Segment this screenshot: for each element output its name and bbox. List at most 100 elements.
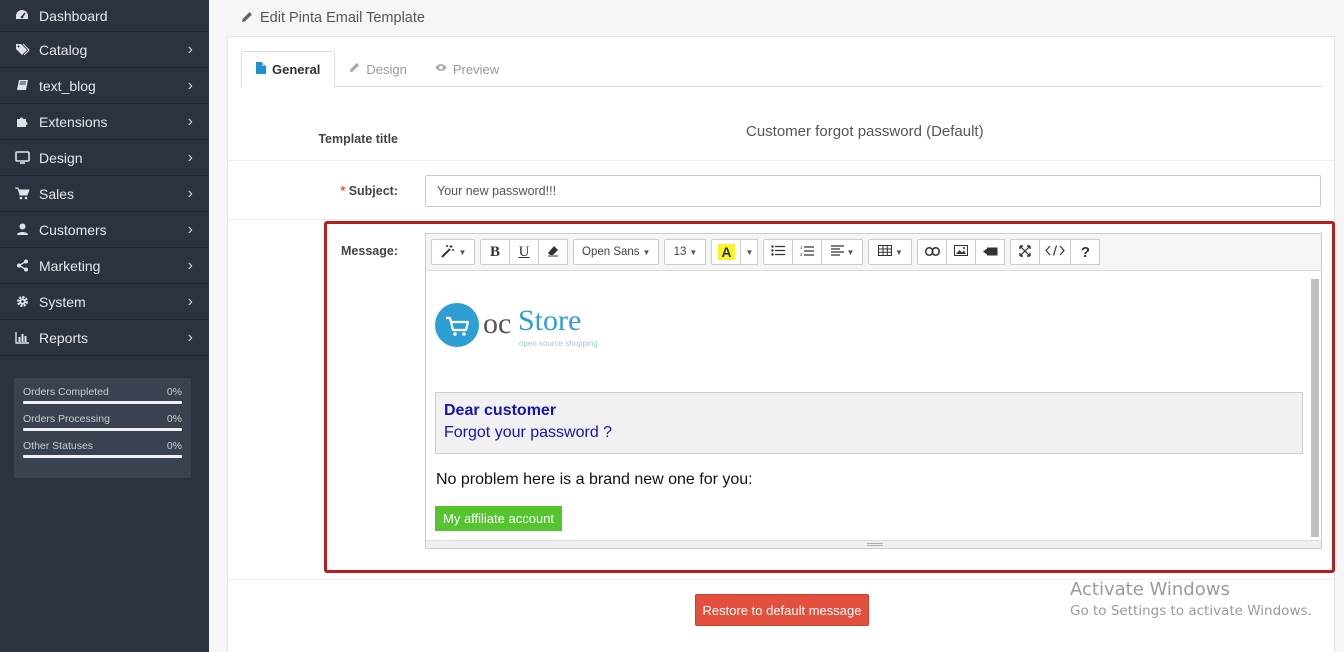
sidebar-item-label: Dashboard <box>39 7 108 24</box>
subject-input[interactable] <box>425 175 1321 207</box>
bar-chart-icon <box>14 331 30 345</box>
affiliate-account-button[interactable]: My affiliate account <box>435 506 563 531</box>
caret-down-icon: ▼ <box>689 247 698 257</box>
chevron-right-icon: › <box>187 148 193 166</box>
sidebar-item-customers[interactable]: Customers › <box>0 212 209 248</box>
insert-link-button[interactable] <box>917 239 948 265</box>
svg-text:1: 1 <box>800 245 803 250</box>
watermark-subtitle: Go to Settings to activate Windows. <box>1070 603 1312 619</box>
color-dropdown-button[interactable]: ▼ <box>740 239 759 265</box>
stat-label: Orders Completed <box>23 386 109 398</box>
eye-icon <box>435 63 447 75</box>
help-button[interactable]: ? <box>1070 239 1101 265</box>
chevron-right-icon: › <box>187 256 193 274</box>
logo-text-oc: oc <box>483 307 512 340</box>
sidebar-item-dashboard[interactable]: Dashboard <box>0 0 209 32</box>
greeting-title: Dear customer <box>444 402 557 419</box>
question-icon: ? <box>1080 243 1091 261</box>
font-size-select[interactable]: 13 ▼ <box>664 239 707 265</box>
underline-button[interactable]: U <box>509 239 539 265</box>
sidebar-item-reports[interactable]: Reports › <box>0 320 209 356</box>
caret-down-icon: ▼ <box>895 247 903 257</box>
editor-content-area[interactable]: oc Store open source shopping Dear custo… <box>426 271 1321 541</box>
sidebar-item-label: Sales <box>39 185 75 202</box>
cart-icon <box>14 187 30 201</box>
underline-icon: U <box>518 243 530 260</box>
tab-label: Design <box>366 61 407 77</box>
chevron-right-icon: › <box>187 184 193 202</box>
chevron-right-icon: › <box>187 76 193 94</box>
chevron-right-icon: › <box>187 40 193 58</box>
chevron-right-icon: › <box>187 292 193 310</box>
sidebar-item-label: text_blog <box>39 77 96 94</box>
highlight-color-button[interactable]: A <box>711 239 742 265</box>
tab-label: General <box>272 62 321 77</box>
sidebar-item-label: Marketing <box>39 257 101 274</box>
stat-label: Orders Processing <box>23 413 110 425</box>
style-magic-button[interactable]: ▼ <box>431 239 475 265</box>
grip-icon <box>867 543 883 546</box>
font-family-select[interactable]: Open Sans ▼ <box>573 239 660 265</box>
sidebar-item-text-blog[interactable]: text_blog › <box>0 68 209 104</box>
svg-text:2: 2 <box>800 252 803 257</box>
order-stats-panel: Orders Completed 0% Orders Processing 0% O… <box>14 378 191 478</box>
puzzle-icon <box>14 115 30 129</box>
subject-label-text: Subject: <box>348 184 398 198</box>
eraser-icon <box>547 245 559 260</box>
tab-preview[interactable]: Preview <box>421 51 513 87</box>
video-icon <box>982 245 998 259</box>
code-icon <box>1045 245 1066 259</box>
highlight-a-icon: A <box>718 244 735 260</box>
editor-toolbar: ▼ B U Open Sans ▼ 13 ▼ A ▼ 12 ▼ ▼ ? <box>426 234 1321 271</box>
sidebar-item-catalog[interactable]: Catalog › <box>0 32 209 68</box>
sidebar-item-design[interactable]: Design › <box>0 140 209 176</box>
cart-logo-icon <box>435 303 479 347</box>
tab-bar: General Design Preview <box>241 51 1323 88</box>
table-button[interactable]: ▼ <box>868 239 913 265</box>
bold-icon: B <box>489 243 500 260</box>
caret-down-icon: ▼ <box>846 247 855 257</box>
watermark-title: Activate Windows <box>1070 579 1230 600</box>
caret-down-icon: ▼ <box>745 247 754 257</box>
editor-resize-handle[interactable] <box>426 540 1321 548</box>
page-header: Edit Pinta Email Template <box>209 0 1344 36</box>
paragraph-align-button[interactable]: ▼ <box>821 239 864 265</box>
stat-other-statuses: Other Statuses 0% <box>23 440 182 458</box>
restore-default-button[interactable]: Restore to default message <box>695 594 869 626</box>
sidebar-item-marketing[interactable]: Marketing › <box>0 248 209 284</box>
stat-value: 0% <box>166 386 182 398</box>
stat-value: 0% <box>166 440 182 452</box>
insert-video-button[interactable] <box>975 239 1006 265</box>
ordered-list-button[interactable]: 12 <box>792 239 823 265</box>
required-marker: * <box>340 184 346 198</box>
sidebar: Dashboard Catalog › text_blog › Extensio… <box>0 0 209 652</box>
stat-orders-completed: Orders Completed 0% <box>23 386 182 404</box>
tab-general[interactable]: General <box>241 51 336 88</box>
pencil-icon <box>349 62 360 76</box>
file-icon <box>256 62 266 77</box>
bold-button[interactable]: B <box>480 239 510 265</box>
sidebar-item-label: Design <box>39 149 83 166</box>
logo-tagline: open source shopping <box>519 339 598 348</box>
unordered-list-button[interactable] <box>763 239 794 265</box>
sidebar-item-sales[interactable]: Sales › <box>0 176 209 212</box>
sidebar-item-extensions[interactable]: Extensions › <box>0 104 209 140</box>
sidebar-item-label: Extensions <box>39 113 108 130</box>
tab-design[interactable]: Design <box>335 51 420 87</box>
code-view-button[interactable] <box>1039 239 1072 265</box>
clear-format-button[interactable] <box>538 239 568 265</box>
stat-progress-bar <box>23 401 182 404</box>
insert-image-button[interactable] <box>946 239 977 265</box>
sidebar-item-label: Reports <box>39 329 89 346</box>
ocstore-logo: oc Store open source shopping <box>435 303 610 351</box>
stat-orders-processing: Orders Processing 0% <box>23 413 182 431</box>
sidebar-item-label: System <box>39 293 86 310</box>
editor-scrollbar[interactable] <box>1311 279 1319 537</box>
chevron-right-icon: › <box>187 112 193 130</box>
windows-activation-watermark: Activate Windows Go to Settings to activ… <box>1070 579 1312 619</box>
fullscreen-button[interactable] <box>1010 239 1041 265</box>
sidebar-item-system[interactable]: System › <box>0 284 209 320</box>
image-icon <box>954 245 969 259</box>
chevron-right-icon: › <box>187 220 193 238</box>
greeting-subtitle: Forgot your password ? <box>444 424 613 441</box>
